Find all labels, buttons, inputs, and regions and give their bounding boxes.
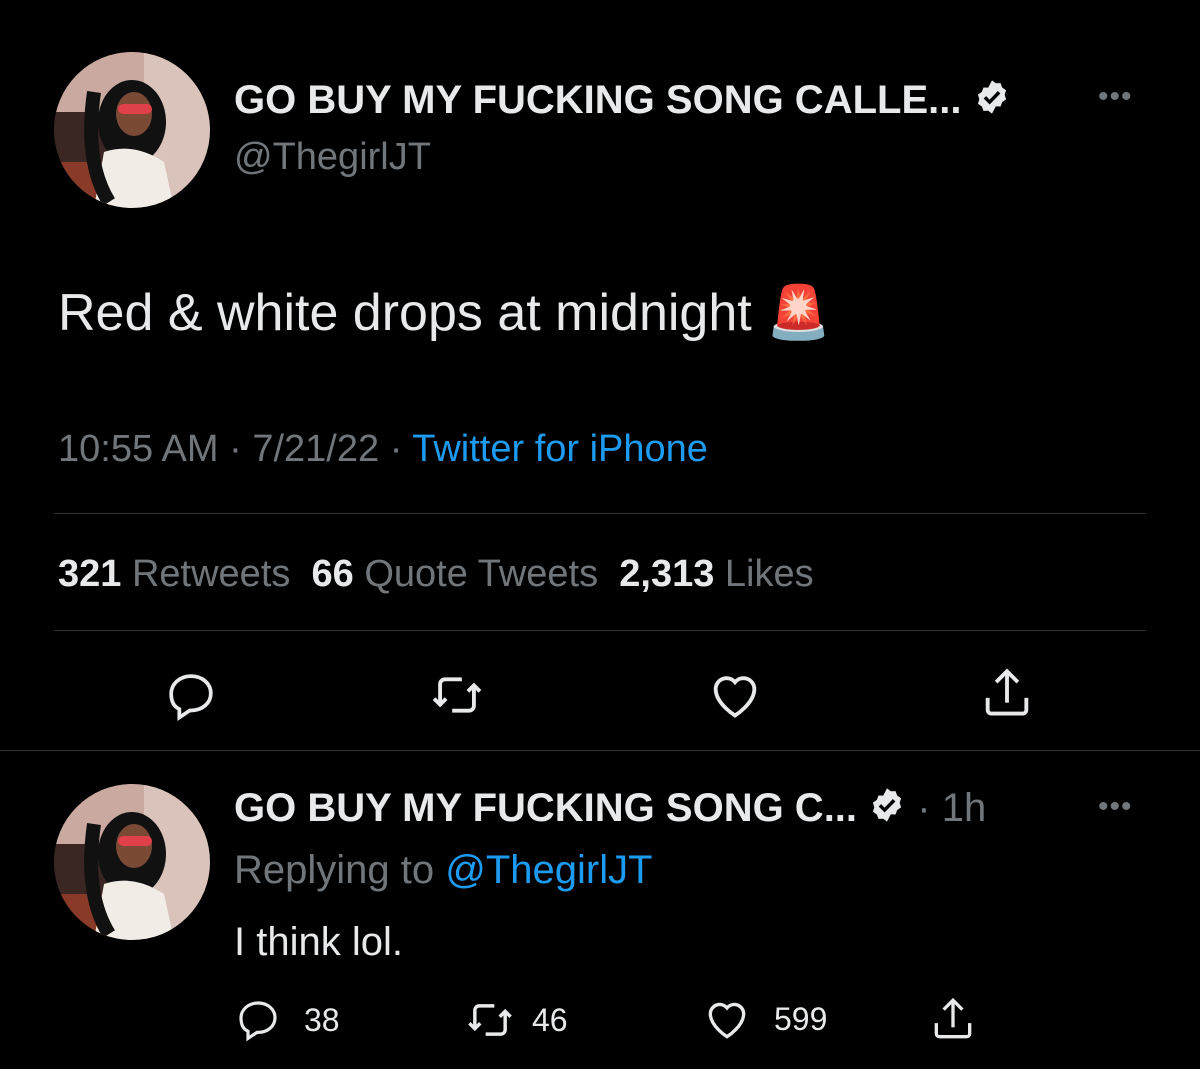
- retweets-label: Retweets: [131, 553, 291, 595]
- tweet-meta: 10:55 AM · 7/21/22 · Twitter for iPhone: [58, 428, 708, 471]
- retweets-stat[interactable]: 321 Retweets: [58, 553, 290, 595]
- reply-icon[interactable]: [163, 668, 219, 724]
- author-name[interactable]: GO BUY MY FUCKING SONG CALLE...: [234, 78, 1011, 126]
- author-handle[interactable]: @ThegirlJT: [234, 136, 431, 179]
- quotes-label: Quote Tweets: [364, 553, 599, 595]
- share-icon: [928, 994, 978, 1044]
- retweet-icon[interactable]: [428, 666, 486, 724]
- share-icon[interactable]: [978, 664, 1036, 722]
- more-options-icon[interactable]: •••: [1098, 80, 1133, 114]
- police-light-emoji: 🚨: [766, 284, 831, 342]
- quotes-count: 66: [311, 553, 354, 595]
- like-count: 599: [774, 1000, 828, 1037]
- replying-to: Replying to @ThegirlJT: [234, 848, 653, 893]
- divider: [54, 630, 1146, 631]
- more-options-icon[interactable]: •••: [1098, 790, 1133, 824]
- reply-author-avatar[interactable]: [54, 784, 210, 940]
- reply-action-reply[interactable]: 38: [234, 996, 340, 1044]
- replying-prefix: Replying to: [234, 848, 435, 892]
- tweet-date[interactable]: 7/21/22: [252, 428, 379, 470]
- likes-stat[interactable]: 2,313 Likes: [619, 553, 813, 595]
- divider: [0, 750, 1200, 751]
- tweet-source-link[interactable]: Twitter for iPhone: [412, 428, 708, 470]
- replying-handle-link[interactable]: @ThegirlJT: [445, 848, 652, 892]
- tweet-time[interactable]: 10:55 AM: [58, 428, 219, 470]
- tweet-text: Red & white drops at midnight 🚨: [58, 282, 831, 343]
- reply-separator: ·: [917, 786, 931, 830]
- retweet-icon: [464, 994, 516, 1046]
- divider: [54, 513, 1146, 514]
- reply-header: GO BUY MY FUCKING SONG C... · 1h: [234, 786, 986, 834]
- like-icon[interactable]: [706, 666, 764, 724]
- reply-action-retweet[interactable]: 46: [464, 994, 568, 1046]
- tweet-stats: 321 Retweets 66 Quote Tweets 2,313 Likes: [58, 553, 814, 596]
- retweet-count: 46: [532, 1001, 568, 1038]
- verified-badge-icon: [973, 78, 1011, 126]
- tweet-text-body: Red & white drops at midnight: [58, 284, 752, 342]
- reply-age[interactable]: 1h: [942, 786, 987, 830]
- likes-label: Likes: [724, 553, 814, 595]
- reply-icon: [234, 996, 282, 1044]
- meta-separator: ·: [389, 428, 403, 470]
- reply-author-name[interactable]: GO BUY MY FUCKING SONG C...: [234, 786, 857, 830]
- like-icon: [702, 994, 752, 1044]
- likes-count: 2,313: [619, 553, 715, 595]
- author-avatar[interactable]: [54, 52, 210, 208]
- reply-action-like[interactable]: 599: [702, 994, 827, 1044]
- retweets-count: 321: [58, 553, 122, 595]
- reply-action-share[interactable]: [928, 994, 978, 1044]
- verified-badge-icon: [868, 786, 906, 834]
- meta-separator: ·: [229, 428, 242, 470]
- reply-count: 38: [304, 1001, 340, 1038]
- author-name-text[interactable]: GO BUY MY FUCKING SONG CALLE...: [234, 78, 961, 122]
- quotes-stat[interactable]: 66 Quote Tweets: [312, 553, 599, 595]
- reply-text: I think lol.: [234, 920, 403, 964]
